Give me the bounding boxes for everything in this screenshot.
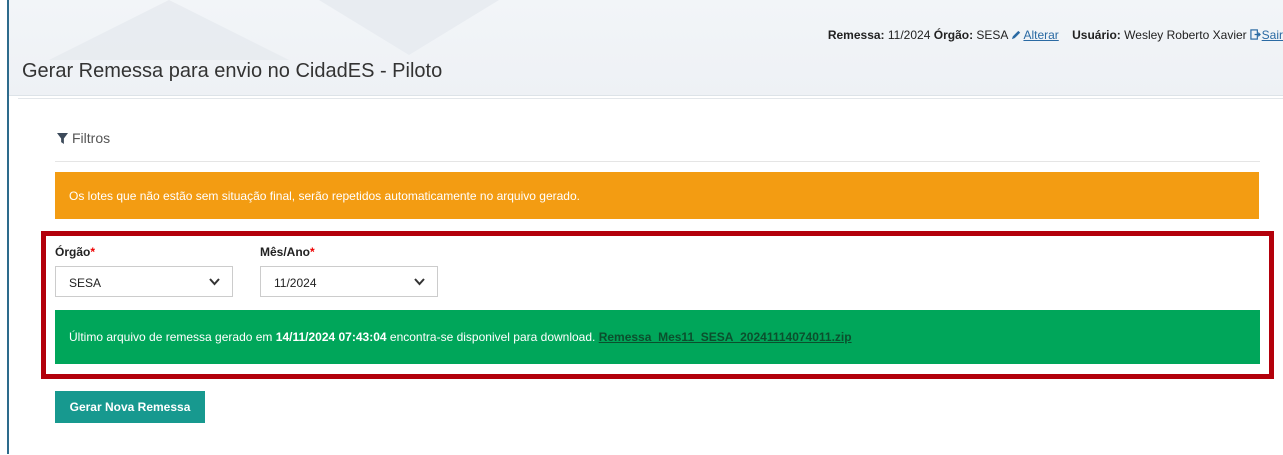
warning-alert: Os lotes que não estão sem situação fina… [55, 172, 1259, 219]
orgao-select[interactable]: SESA [55, 266, 233, 297]
generate-remessa-button[interactable]: Gerar Nova Remessa [55, 391, 205, 423]
usuario-value: Wesley Roberto Xavier [1124, 28, 1247, 42]
success-suffix: encontra-se disponivel para download. [389, 330, 596, 344]
mes-ano-select-value: 11/2024 [274, 276, 317, 290]
page-title: Gerar Remessa para envio no CidadES - Pi… [22, 60, 443, 82]
sign-out-icon[interactable] [1249, 29, 1261, 40]
required-mark: * [90, 245, 96, 259]
filters-header[interactable]: Filtros [57, 130, 110, 146]
remessa-value: 11/2024 [887, 28, 931, 42]
required-mark: * [310, 245, 315, 259]
orgao-value: SESA [976, 28, 1009, 42]
success-alert: Último arquivo de remessa gerado em 14/1… [55, 310, 1260, 364]
header-decoration [319, 0, 499, 55]
usuario-label: Usuário: [1072, 28, 1121, 42]
orgao-field-label: Órgão* [55, 245, 95, 259]
pencil-icon[interactable] [1011, 29, 1022, 40]
success-datetime: 14/11/2024 07:43:04 [275, 330, 387, 344]
chevron-down-icon [414, 278, 425, 286]
mes-ano-field-label: Mês/Ano* [260, 245, 315, 259]
orgao-label-text: Órgão [55, 245, 91, 259]
divider [55, 161, 1260, 162]
orgao-select-value: SESA [69, 276, 102, 290]
success-prefix: Último arquivo de remessa gerado em [69, 330, 273, 344]
filters-title: Filtros [72, 130, 111, 146]
sair-link[interactable]: Sair [1262, 28, 1283, 42]
alterar-link[interactable]: Alterar [1023, 28, 1058, 42]
left-frame-border [0, 0, 9, 454]
mes-ano-label-text: Mês/Ano [260, 245, 311, 259]
remessa-label: Remessa: [827, 28, 885, 42]
filter-icon [57, 133, 68, 144]
download-file-link[interactable]: Remessa_Mes11_SESA_20241114074011.zip [599, 330, 852, 344]
mes-ano-select[interactable]: 11/2024 [260, 266, 438, 297]
orgao-label: Órgão: [933, 28, 974, 42]
header-decoration [49, 0, 289, 60]
user-info-bar: Remessa: 11/2024 Órgão: SESA Alterar Usuá… [828, 28, 1283, 42]
chevron-down-icon [209, 278, 220, 286]
